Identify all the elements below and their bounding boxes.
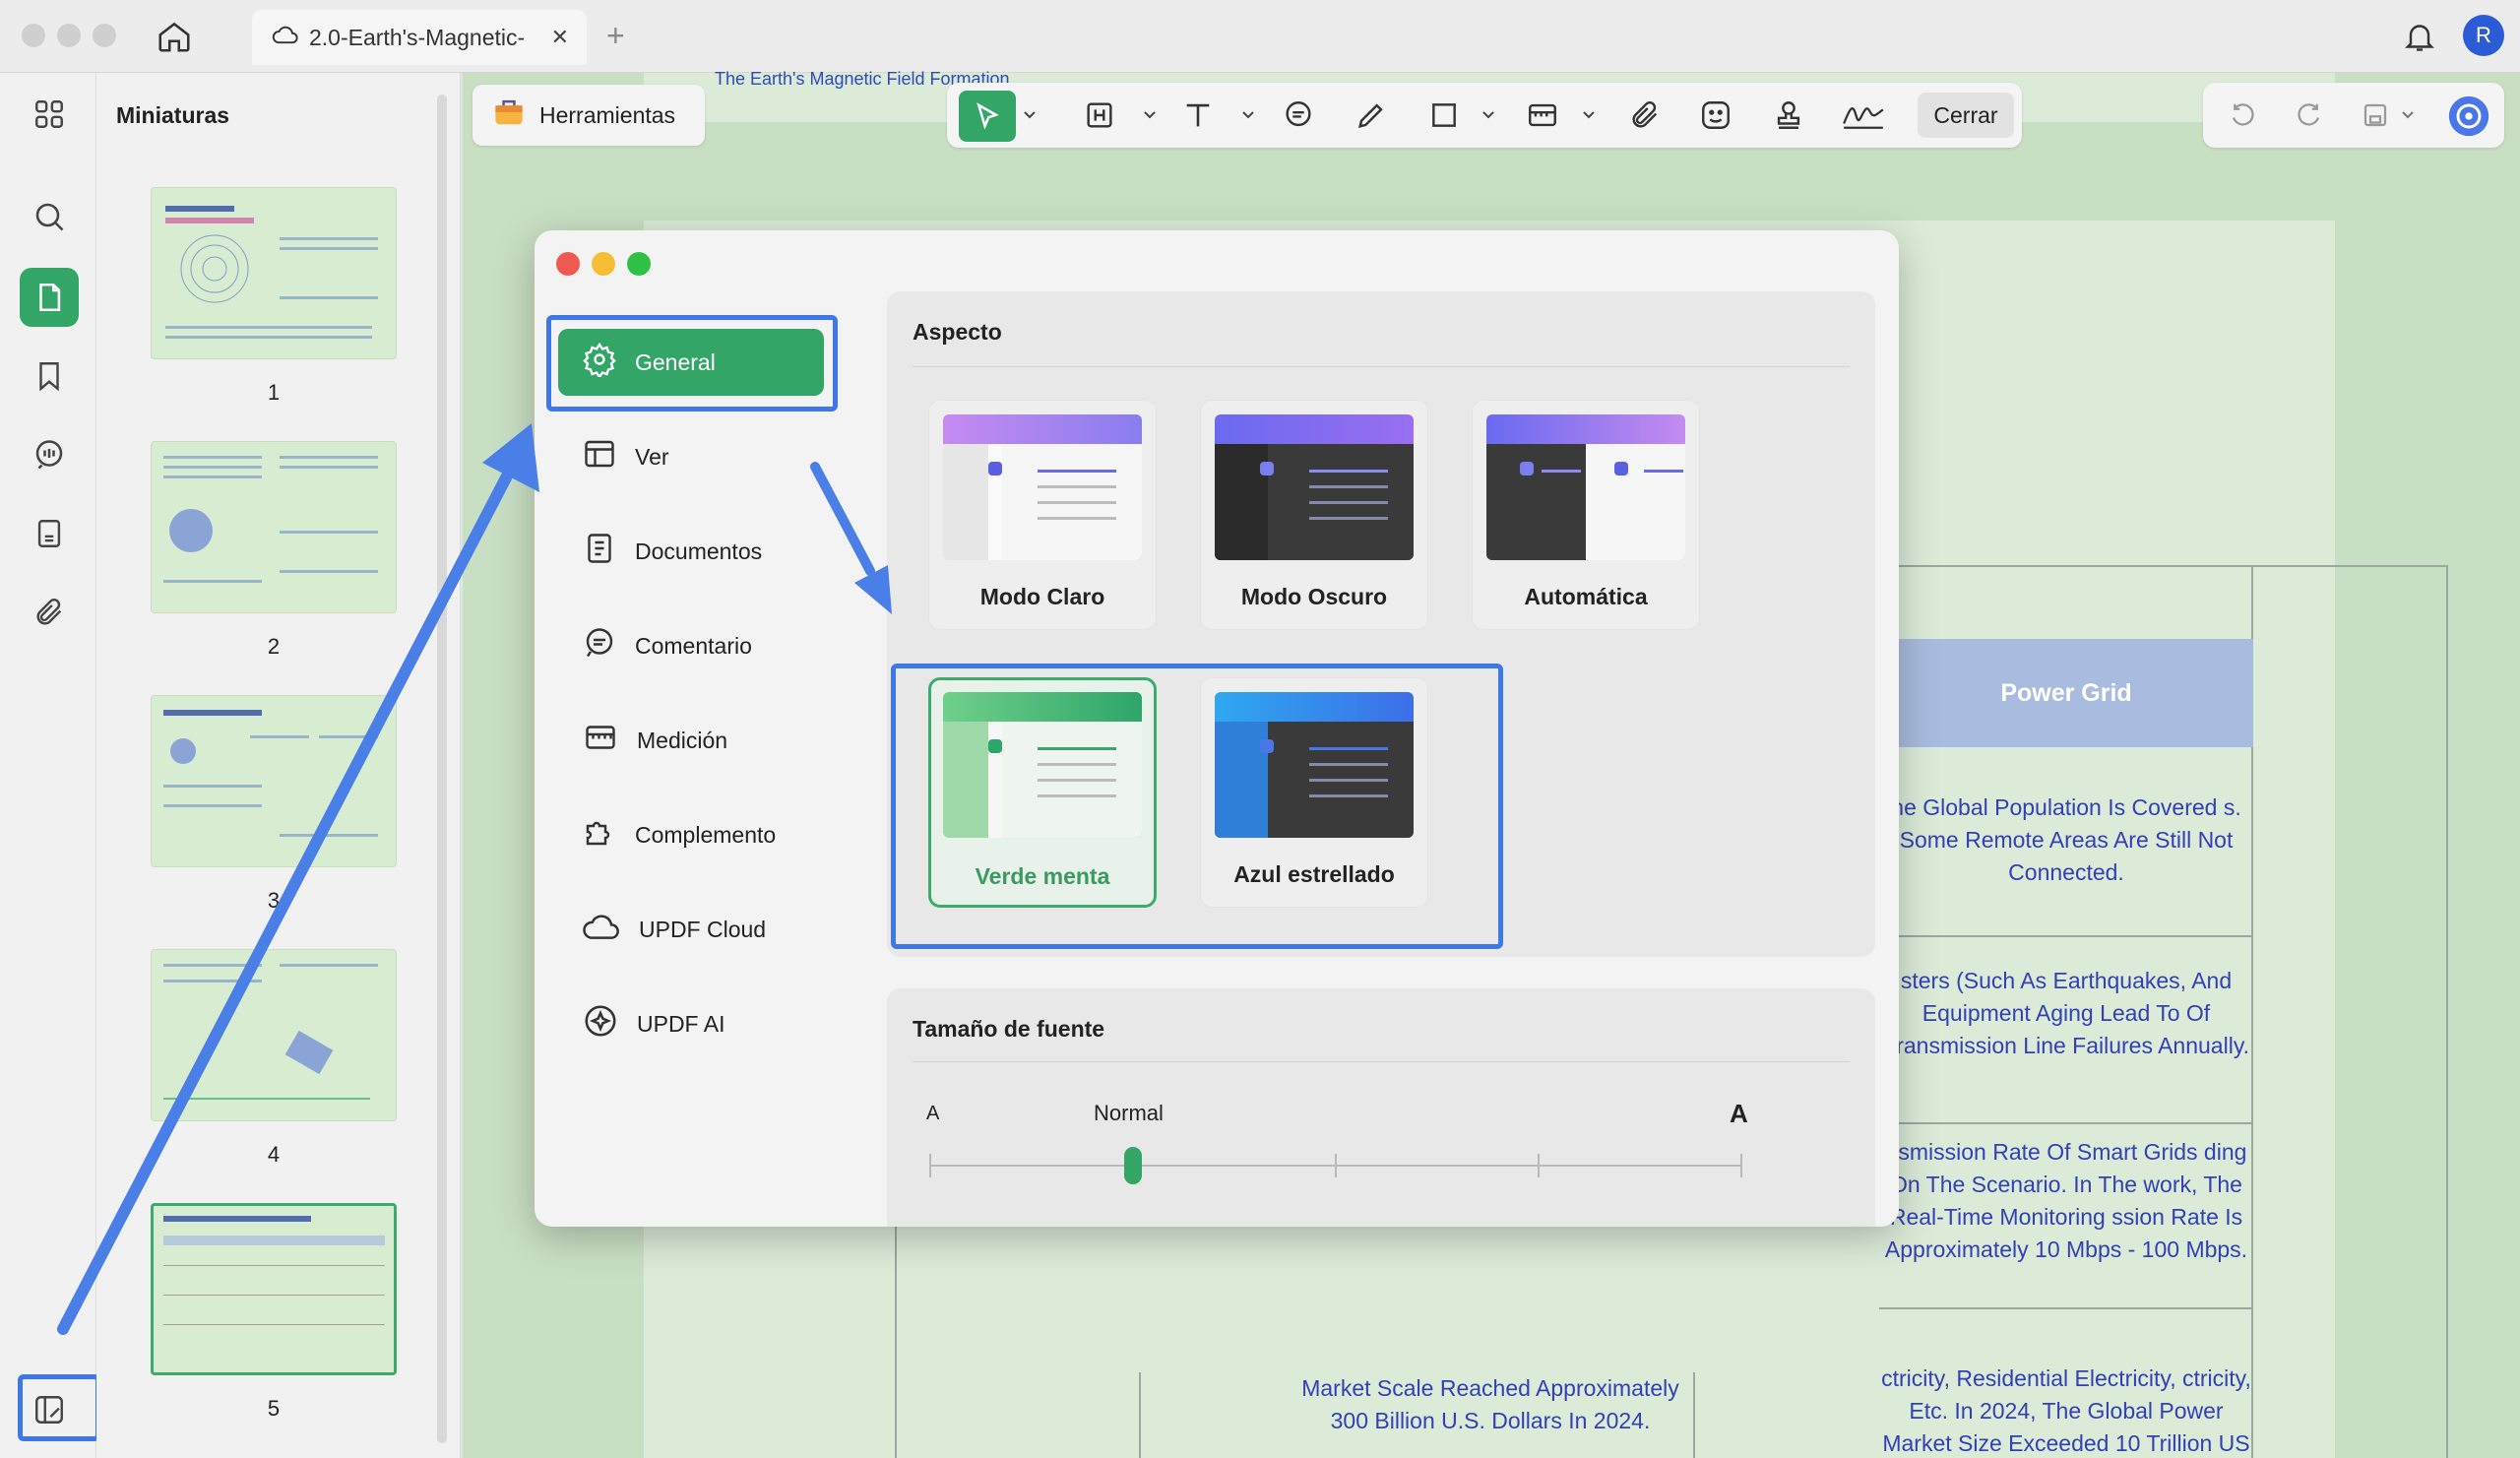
arrow-to-themes: [810, 462, 875, 576]
arrow-head: [482, 423, 539, 492]
annotation-arrows: [57, 423, 892, 1335]
arrow-to-general: [57, 457, 520, 1335]
